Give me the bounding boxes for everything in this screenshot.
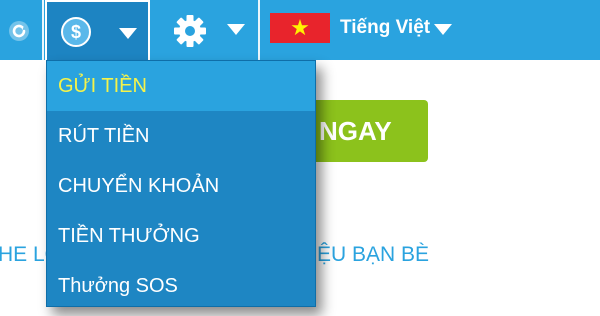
menu-item-bonus[interactable]: TIỀN THƯỞNG	[47, 211, 315, 261]
settings-menu-button[interactable]	[165, 0, 255, 60]
separator	[258, 0, 260, 60]
vietnam-flag-icon: ★	[270, 13, 330, 43]
refer-friends-link[interactable]: ỆU BẠN BÈ	[317, 243, 429, 267]
flag-star-icon: ★	[290, 15, 310, 40]
menu-item-deposit[interactable]: GỬI TIỀN	[47, 61, 315, 111]
money-menu-button[interactable]: $	[45, 0, 150, 60]
refresh-icon	[9, 21, 29, 41]
chevron-down-icon	[227, 24, 245, 35]
chevron-down-icon	[434, 24, 452, 35]
menu-item-transfer[interactable]: CHUYỂN KHOẢN	[47, 161, 315, 211]
dollar-coin-icon: $	[61, 17, 91, 47]
separator	[42, 0, 44, 60]
language-label: Tiếng Việt	[340, 17, 431, 38]
menu-item-withdraw[interactable]: RÚT TIỀN	[47, 111, 315, 161]
top-bar: $ ★ Tiếng Việt	[0, 0, 600, 60]
play-now-button[interactable]: NGAY	[305, 100, 428, 162]
chevron-down-icon	[119, 28, 137, 39]
money-dropdown-menu: GỬI TIỀN RÚT TIỀN CHUYỂN KHOẢN TIỀN THƯỞ…	[46, 60, 316, 307]
gear-icon	[174, 15, 206, 47]
language-selector[interactable]: ★ Tiếng Việt	[262, 0, 462, 60]
menu-item-sos-bonus[interactable]: Thưởng SOS	[47, 261, 315, 311]
refresh-button[interactable]	[4, 18, 34, 44]
